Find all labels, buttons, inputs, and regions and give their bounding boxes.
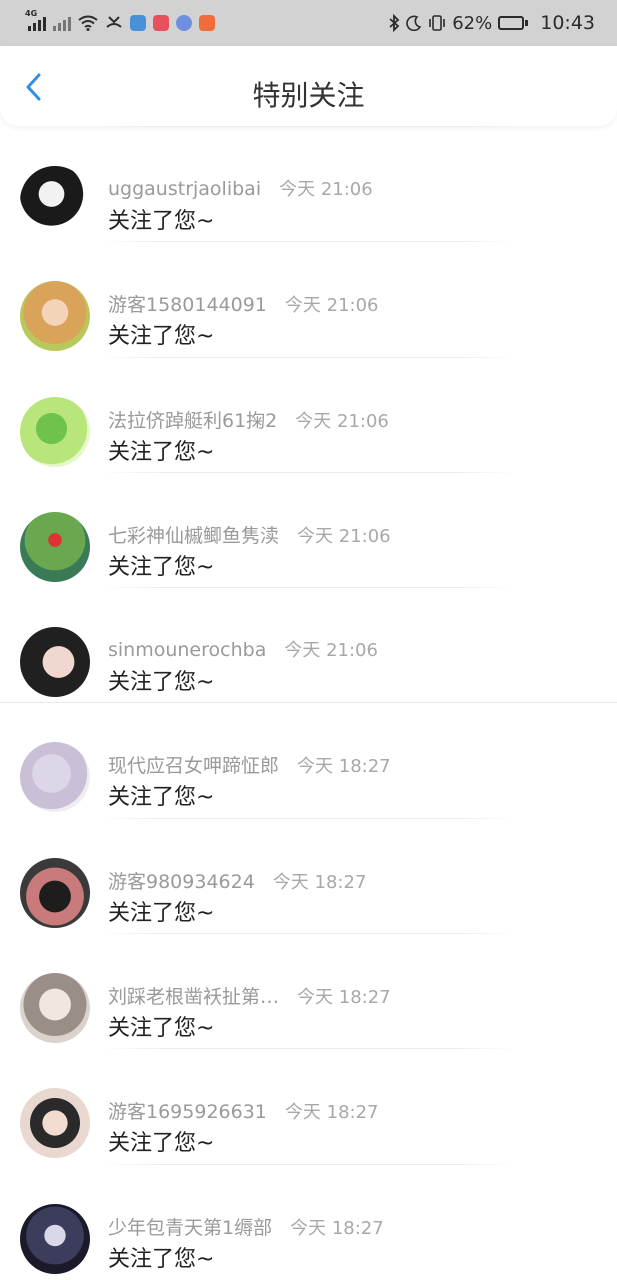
timestamp: 今天 18:27 — [297, 987, 391, 1009]
wifi-icon — [78, 15, 98, 31]
battery-icon — [498, 16, 529, 30]
moon-icon — [406, 15, 422, 31]
notification-meta: 现代应召女呷蹄怔郎 今天 18:27 — [108, 751, 391, 778]
cellular-signal-icon: 4G — [25, 9, 46, 31]
notification-item[interactable]: 少年包青天第1缛部 今天 18:27 关注了您~ — [0, 1163, 617, 1279]
notification-item[interactable]: 刘踩老根凿袄扯第… 今天 18:27 关注了您~ — [0, 933, 617, 1048]
clock: 10:43 — [540, 12, 595, 34]
divider — [100, 1163, 517, 1165]
music-app-icon — [176, 15, 192, 31]
username[interactable]: 少年包青天第1缛部 — [108, 1213, 272, 1240]
notification-message: 关注了您~ — [108, 554, 215, 580]
vibrate-icon — [429, 15, 446, 31]
username[interactable]: 法拉侪踔艇利61掬2 — [108, 406, 277, 433]
avatar[interactable] — [20, 857, 90, 928]
notification-message: 关注了您~ — [108, 439, 215, 465]
username[interactable]: 游客1580144091 — [108, 290, 267, 317]
notification-meta: 游客980934624 今天 18:27 — [108, 867, 366, 894]
cellular-signal-2-icon — [53, 15, 71, 31]
notification-list: uggaustrjaolibai 今天 21:06 关注了您~ 游客158014409… — [0, 126, 617, 1279]
notification-meta: 刘踩老根凿袄扯第… 今天 18:27 — [108, 982, 391, 1009]
notification-item[interactable]: sinmounerochba 今天 21:06 关注了您~ — [0, 587, 617, 702]
username[interactable]: 游客1695926631 — [108, 1097, 267, 1124]
notification-item[interactable]: 现代应召女呷蹄怔郎 今天 18:27 关注了您~ — [0, 702, 617, 817]
divider — [100, 1048, 517, 1050]
notification-meta: sinmounerochba 今天 21:06 — [108, 636, 378, 662]
divider — [100, 356, 517, 358]
notification-meta: 少年包青天第1缛部 今天 18:27 — [108, 1213, 384, 1240]
notification-message: 关注了您~ — [108, 1246, 215, 1272]
notification-meta: uggaustrjaolibai 今天 21:06 — [108, 175, 373, 201]
listen-app-icon — [199, 15, 215, 31]
timestamp: 今天 18:27 — [284, 1102, 379, 1124]
notification-message: 关注了您~ — [108, 670, 215, 696]
timestamp: 今天 21:06 — [279, 179, 373, 200]
book-app-icon — [153, 15, 169, 31]
username[interactable]: 游客980934624 — [108, 867, 255, 894]
notification-message: 关注了您~ — [108, 1016, 215, 1042]
username[interactable]: uggaustrjaolibai — [108, 178, 261, 200]
divider — [100, 241, 517, 243]
timestamp: 今天 21:06 — [284, 295, 379, 317]
timestamp: 今天 21:06 — [297, 525, 391, 547]
avatar[interactable] — [20, 166, 90, 236]
notification-item[interactable]: 七彩神仙槭鲫鱼隽渎 今天 21:06 关注了您~ — [0, 471, 617, 587]
avatar[interactable] — [20, 627, 90, 698]
timestamp: 今天 21:06 — [295, 410, 389, 432]
notification-item[interactable]: 游客980934624 今天 18:27 关注了您~ — [0, 817, 617, 933]
nav-header: 特别关注 — [0, 46, 617, 126]
username[interactable]: 七彩神仙槭鲫鱼隽渎 — [108, 521, 279, 548]
avatar[interactable] — [20, 1088, 90, 1159]
avatar[interactable] — [20, 281, 90, 352]
username[interactable]: 刘踩老根凿袄扯第… — [108, 982, 279, 1009]
timestamp: 今天 18:27 — [297, 756, 391, 778]
network-type-label: 4G — [25, 9, 38, 18]
notification-item[interactable]: 法拉侪踔艇利61掬2 今天 21:06 关注了您~ — [0, 356, 617, 472]
status-bar-left: 4G — [25, 9, 215, 31]
bluetooth-icon — [389, 14, 400, 32]
notification-meta: 法拉侪踔艇利61掬2 今天 21:06 — [108, 406, 389, 433]
notification-message: 关注了您~ — [108, 900, 215, 926]
divider — [100, 471, 517, 473]
timestamp: 今天 18:27 — [272, 871, 367, 893]
page-title: 特别关注 — [252, 79, 365, 112]
timestamp: 今天 18:27 — [290, 1217, 384, 1239]
battery-percent: 62% — [452, 12, 493, 34]
timestamp: 今天 21:06 — [284, 640, 378, 662]
username[interactable]: sinmounerochba — [108, 639, 266, 661]
notification-message: 关注了您~ — [108, 1131, 215, 1157]
notification-message: 关注了您~ — [108, 785, 215, 811]
avatar[interactable] — [20, 511, 90, 582]
divider — [100, 126, 517, 127]
avatar[interactable] — [20, 973, 90, 1044]
notification-meta: 游客1580144091 今天 21:06 — [108, 290, 379, 317]
notification-item[interactable]: 游客1580144091 今天 21:06 关注了您~ — [0, 241, 617, 356]
avatar[interactable] — [20, 742, 90, 813]
divider — [100, 933, 517, 935]
divider — [100, 817, 517, 819]
notification-meta: 游客1695926631 今天 18:27 — [108, 1097, 379, 1124]
divider — [0, 702, 617, 704]
status-bar-right: 62% 10:43 — [388, 12, 595, 34]
notification-meta: 七彩神仙槭鲫鱼隽渎 今天 21:06 — [108, 521, 391, 548]
notification-message: 关注了您~ — [108, 324, 215, 350]
divider — [100, 587, 517, 589]
notification-item[interactable]: uggaustrjaolibai 今天 21:06 关注了您~ — [0, 126, 617, 241]
shield-app-icon — [130, 15, 146, 31]
missed-call-icon — [106, 16, 122, 28]
avatar[interactable] — [20, 396, 90, 467]
username[interactable]: 现代应召女呷蹄怔郎 — [108, 751, 279, 778]
notification-message: 关注了您~ — [108, 209, 215, 234]
status-bar: 4G 62% 10:43 — [0, 0, 617, 46]
notification-item[interactable]: 游客1695926631 今天 18:27 关注了您~ — [0, 1048, 617, 1163]
avatar[interactable] — [20, 1203, 90, 1274]
